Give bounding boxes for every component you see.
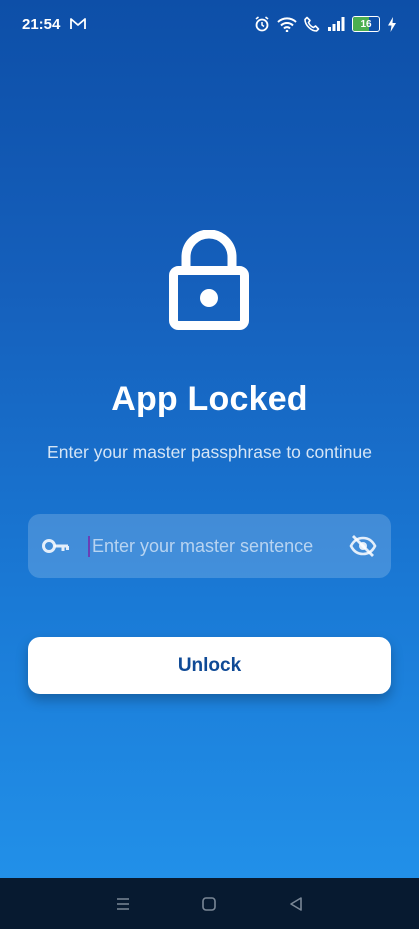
- status-right: 16: [254, 16, 397, 32]
- wifi-icon: [277, 16, 297, 32]
- status-time: 21:54: [22, 15, 61, 33]
- charging-icon: [388, 16, 396, 32]
- battery-level: 16: [360, 18, 372, 30]
- navigation-bar: [0, 878, 419, 929]
- menu-icon[interactable]: [115, 896, 131, 912]
- page-title: App Locked: [111, 380, 308, 418]
- signal-icon: [328, 17, 345, 31]
- passphrase-input[interactable]: [88, 535, 339, 557]
- page-subtitle: Enter your master passphrase to continue: [47, 442, 372, 462]
- call-icon: [304, 16, 320, 32]
- battery-icon: 16: [352, 16, 380, 32]
- lock-icon: [169, 230, 249, 330]
- gmail-icon: [70, 18, 87, 29]
- back-icon[interactable]: [288, 896, 304, 912]
- key-icon: [42, 539, 69, 553]
- status-left: 21:54: [22, 15, 87, 33]
- passphrase-field[interactable]: [28, 514, 391, 578]
- status-bar: 21:54 16: [0, 0, 419, 48]
- unlock-button[interactable]: Unlock: [28, 637, 391, 694]
- home-icon[interactable]: [201, 896, 217, 912]
- alarm-icon: [255, 16, 269, 32]
- visibility-off-icon[interactable]: [349, 534, 377, 558]
